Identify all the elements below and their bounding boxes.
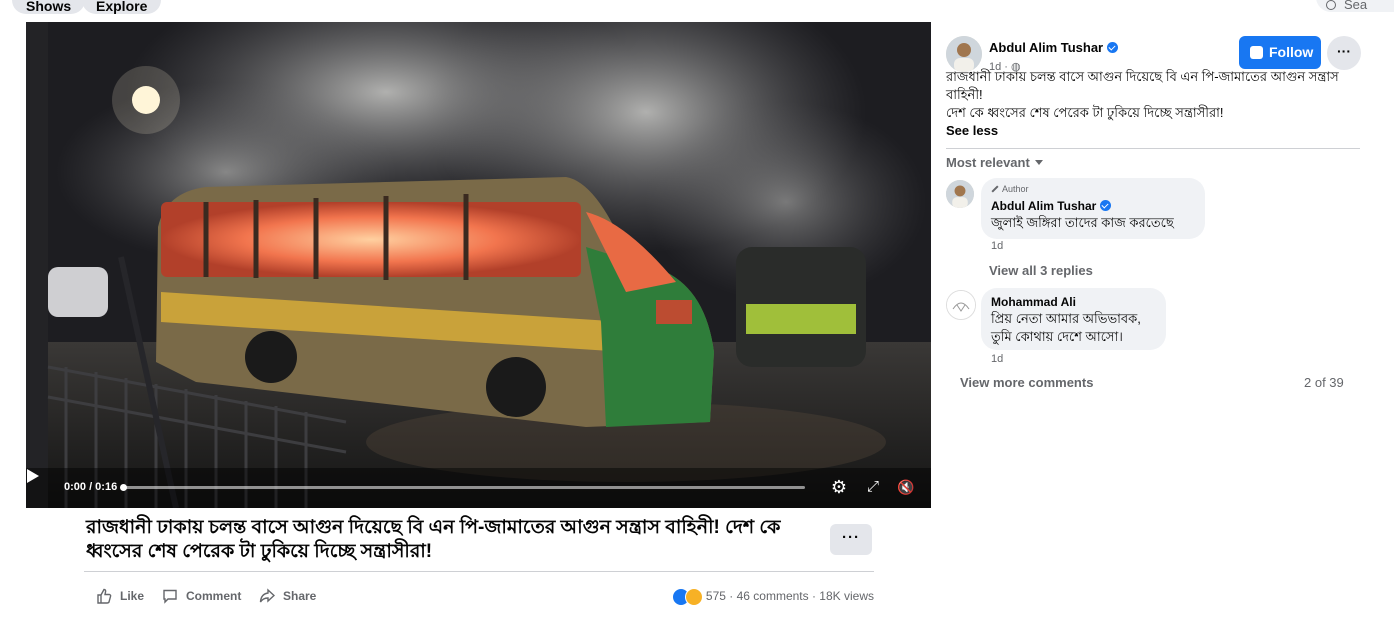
tab-shows[interactable]: Shows xyxy=(12,0,86,14)
post-more-button[interactable]: ··· xyxy=(830,524,872,555)
divider xyxy=(84,571,874,572)
share-label: Share xyxy=(283,589,317,603)
comment-text: জুলাই জঙ্গিরা তাদের কাজ করতেছে xyxy=(991,215,1174,230)
share-icon xyxy=(259,588,275,603)
thumbs-up-icon xyxy=(97,588,112,604)
search-placeholder: Sea xyxy=(1344,0,1368,12)
comment-time[interactable]: 1d xyxy=(991,353,1003,365)
commenter-name[interactable]: Abdul Alim Tushar xyxy=(991,199,1112,213)
post-details-panel: Abdul Alim Tushar 1d · ◍ Follow ··· রাজধ… xyxy=(931,22,1394,617)
commenter-avatar[interactable] xyxy=(946,180,974,208)
sad-reaction-icon xyxy=(684,587,703,606)
comment-label: Comment xyxy=(186,589,242,603)
add-friend-icon xyxy=(1250,46,1263,59)
follow-button[interactable]: Follow xyxy=(1239,36,1321,69)
author-name[interactable]: Abdul Alim Tushar xyxy=(989,40,1119,55)
comment-icon xyxy=(163,589,177,604)
pen-icon xyxy=(991,185,999,193)
comments-count-indicator: 2 of 39 xyxy=(1304,375,1344,390)
panel-more-button[interactable]: ··· xyxy=(1327,36,1361,70)
verified-badge-icon xyxy=(1100,200,1112,211)
verified-badge-icon xyxy=(1107,42,1119,53)
comments-count[interactable]: 46 comments xyxy=(737,589,809,603)
post-headline: রাজধানী ঢাকায় চলন্ত বাসে আগুন দিয়েছে ব… xyxy=(86,517,781,562)
views-count: 18K views xyxy=(819,589,874,603)
see-less-link[interactable]: See less xyxy=(946,123,998,138)
search-input[interactable]: Sea xyxy=(1316,0,1394,12)
video-controls: 0:00 / 0:16 ⚙ ⤢ 🔇 xyxy=(26,468,931,508)
video-progress-bar[interactable] xyxy=(120,484,805,491)
comment-bubble: Mohammad Ali প্রিয় নেতা আমার অভিভাবক, ত… xyxy=(981,288,1166,350)
top-nav: Shows Explore Sea xyxy=(0,0,1394,16)
comment-bubble: Author Abdul Alim Tushar জুলাই জঙ্গিরা ত… xyxy=(981,178,1205,239)
comment-time[interactable]: 1d xyxy=(991,240,1003,252)
divider xyxy=(946,148,1360,149)
post-stats: 575 · 46 comments · 18K views xyxy=(671,586,874,606)
muted-speaker-icon[interactable]: 🔇 xyxy=(896,477,916,497)
view-replies-link[interactable]: View all 3 replies xyxy=(989,263,1093,278)
tab-explore[interactable]: Explore xyxy=(82,0,162,14)
progress-handle[interactable] xyxy=(120,484,127,491)
search-icon xyxy=(1326,0,1336,10)
like-label: Like xyxy=(120,589,145,603)
caret-down-icon xyxy=(1034,160,1043,165)
video-player[interactable]: 0:00 / 0:16 ⚙ ⤢ 🔇 xyxy=(26,22,931,508)
play-icon[interactable] xyxy=(26,468,40,484)
author-badge: Author xyxy=(991,184,1029,194)
video-time: 0:00 / 0:16 xyxy=(64,481,118,493)
comment-sort-dropdown[interactable]: Most relevant xyxy=(946,155,1043,170)
reactions-count[interactable]: 575 xyxy=(706,589,726,603)
fullscreen-icon[interactable]: ⤢ xyxy=(863,477,883,497)
commenter-avatar[interactable] xyxy=(946,290,976,320)
comment-text: প্রিয় নেতা আমার অভিভাবক, তুমি কোথায় দে… xyxy=(991,311,1141,344)
author-avatar[interactable] xyxy=(946,36,982,72)
video-frame xyxy=(26,22,931,508)
view-more-comments-link[interactable]: View more comments xyxy=(960,375,1093,390)
post-text: রাজধানী ঢাকায় চলন্ত বাসে আগুন দিয়েছে ব… xyxy=(946,69,1339,120)
post-viewer: 0:00 / 0:16 ⚙ ⤢ 🔇 রাজধানী ঢাকায় চলন্ত ব… xyxy=(26,22,1394,617)
gear-icon[interactable]: ⚙ xyxy=(829,477,849,497)
commenter-name[interactable]: Mohammad Ali xyxy=(991,295,1076,309)
